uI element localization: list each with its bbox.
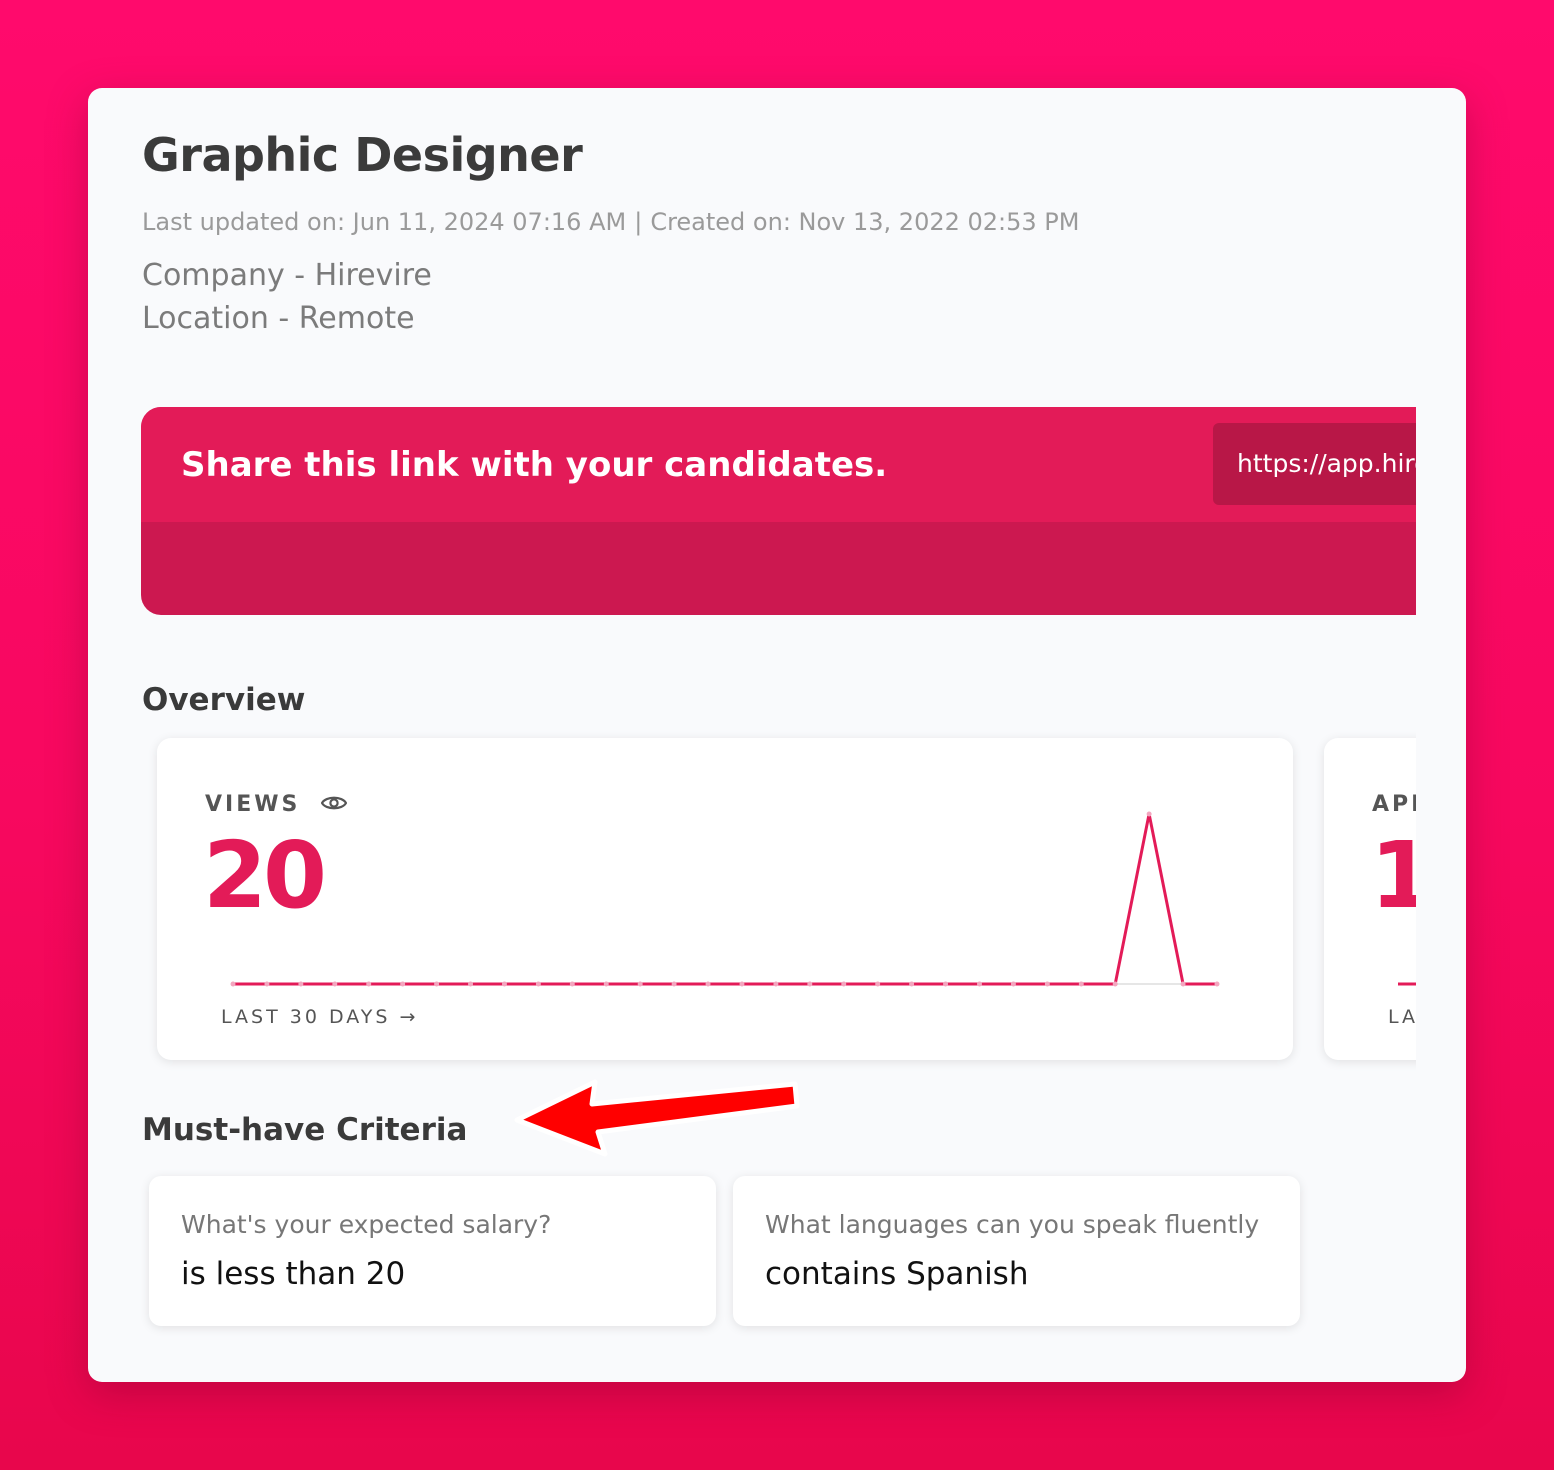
- criteria-condition: contains Spanish: [765, 1256, 1029, 1292]
- views-point-6: [400, 981, 406, 987]
- share-link-field[interactable]: https://app.hirevire: [1213, 423, 1416, 505]
- views-point-21: [909, 981, 915, 987]
- page-title: Graphic Designer: [142, 128, 583, 182]
- views-point-15: [705, 981, 711, 987]
- criteria-question: What languages can you speak fluently: [765, 1210, 1260, 1239]
- annotation-arrow-icon: [514, 1079, 800, 1157]
- views-series-line: [233, 813, 1217, 986]
- company-line: Company - Hirevire: [142, 258, 432, 293]
- applications-period-link[interactable]: LA: [1388, 1006, 1416, 1028]
- criteria-question: What's your expected salary?: [181, 1210, 552, 1239]
- views-point-24: [1010, 981, 1016, 987]
- job-timestamps: Last updated on: Jun 11, 2024 07:16 AM | C…: [142, 208, 1079, 236]
- views-point-11: [569, 981, 575, 987]
- views-point-5: [366, 981, 372, 987]
- views-point-19: [841, 981, 847, 987]
- views-period-link[interactable]: LAST 30 DAYS →: [221, 1006, 418, 1028]
- views-point-17: [773, 981, 779, 987]
- content-viewport: Graphic Designer Last updated on: Jun 11…: [88, 88, 1416, 1382]
- views-point-10: [535, 981, 541, 987]
- criteria-card: What's your expected salary? is less tha…: [149, 1176, 716, 1326]
- views-point-27: [1112, 981, 1118, 987]
- views-point-26: [1078, 981, 1084, 987]
- criteria-heading: Must-have Criteria: [142, 1112, 468, 1148]
- share-banner-top: Share this link with your candidates. ht…: [141, 407, 1416, 522]
- share-instructions: Share this link with your candidates.: [181, 445, 888, 485]
- views-point-29: [1180, 981, 1186, 987]
- overview-heading: Overview: [142, 682, 306, 718]
- views-point-16: [739, 981, 745, 987]
- views-point-8: [468, 981, 474, 987]
- views-point-23: [976, 981, 982, 987]
- meta-separator: |: [634, 208, 643, 236]
- views-point-25: [1044, 981, 1050, 987]
- views-point-9: [501, 981, 507, 987]
- share-link-banner: Share this link with your candidates. ht…: [141, 407, 1416, 615]
- views-point-7: [434, 981, 440, 987]
- criteria-condition: is less than 20: [181, 1256, 406, 1292]
- views-point-3: [298, 981, 304, 987]
- last-updated: Last updated on: Jun 11, 2024 07:16 AM: [142, 208, 627, 236]
- views-point-2: [264, 981, 270, 987]
- job-detail-card: Graphic Designer Last updated on: Jun 11…: [88, 88, 1466, 1382]
- views-point-28: [1146, 811, 1152, 817]
- views-stat-card[interactable]: VIEWS 20 LAST 30 DAYS →: [157, 738, 1293, 1060]
- views-point-20: [875, 981, 881, 987]
- views-point-12: [603, 981, 609, 987]
- views-point-22: [943, 981, 949, 987]
- views-point-30: [1214, 981, 1220, 987]
- views-point-18: [807, 981, 813, 987]
- applications-stat-card[interactable]: APP 1 LA: [1324, 738, 1416, 1060]
- views-point-1: [230, 981, 236, 987]
- created-on: Created on: Nov 13, 2022 02:53 PM: [650, 208, 1080, 236]
- criteria-card: What languages can you speak fluently co…: [733, 1176, 1300, 1326]
- views-point-13: [637, 981, 643, 987]
- views-point-14: [671, 981, 677, 987]
- views-point-4: [332, 981, 338, 987]
- location-line: Location - Remote: [142, 301, 415, 336]
